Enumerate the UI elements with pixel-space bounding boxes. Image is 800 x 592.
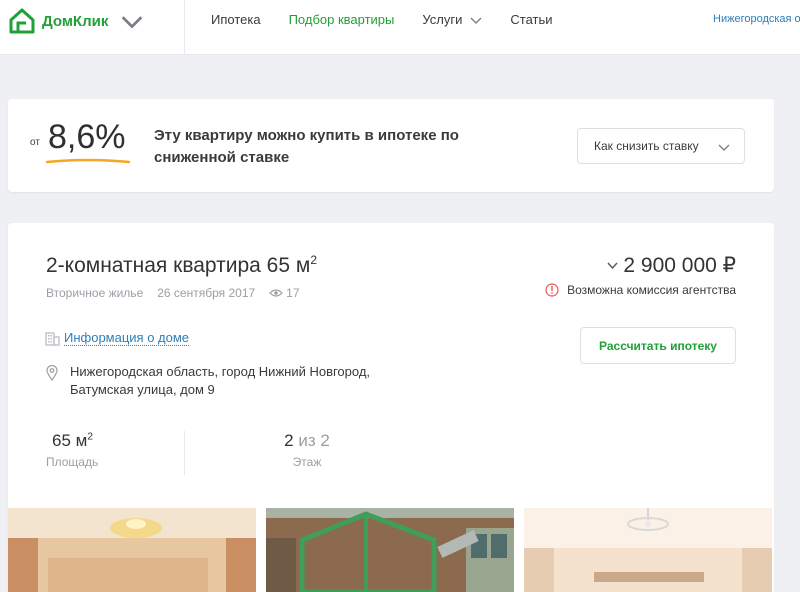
area-value: 65 м2 xyxy=(46,431,184,451)
floor-number: 2 xyxy=(284,431,294,450)
price-value: 2 900 000 ₽ xyxy=(623,254,736,277)
area-superscript: 2 xyxy=(87,431,93,443)
region-selector[interactable]: Нижегородская о xyxy=(713,13,800,25)
location-pin-icon xyxy=(46,365,58,381)
how-to-lower-rate-button[interactable]: Как снизить ставку xyxy=(577,128,745,164)
logo[interactable]: ДомКлик xyxy=(8,8,146,34)
photo-gallery xyxy=(8,508,774,592)
nav-item-apartment-search[interactable]: Подбор квартиры xyxy=(289,12,395,27)
stats-divider xyxy=(184,431,185,475)
main-nav: Ипотека Подбор квартиры Услуги Статьи xyxy=(211,12,581,27)
title-superscript: 2 xyxy=(310,253,317,267)
calculate-mortgage-button[interactable]: Рассчитать ипотеку xyxy=(580,327,736,364)
nav-item-mortgage[interactable]: Ипотека xyxy=(211,12,261,27)
logo-text: ДомКлик xyxy=(42,12,109,30)
nav-label: Статьи xyxy=(510,12,553,27)
listing-title: 2-комнатная квартира 65 м2 xyxy=(46,253,317,278)
house-logo-icon xyxy=(9,8,35,34)
area-label: Площадь xyxy=(46,455,99,469)
rate-from-label: от xyxy=(30,137,40,148)
listing-photo[interactable] xyxy=(524,508,772,592)
nav-item-services[interactable]: Услуги xyxy=(422,12,482,27)
building-photo-image xyxy=(266,508,514,592)
stat-floor: 2 из 2 Этаж xyxy=(271,431,343,477)
address-text: Нижегородская область, город Нижний Новг… xyxy=(70,364,371,397)
floor-label: Этаж xyxy=(292,455,322,469)
title-text: 2-комнатная квартира 65 м xyxy=(46,254,311,277)
room-photo-image xyxy=(8,508,256,592)
floor-total: из 2 xyxy=(298,431,330,450)
price[interactable]: 2 900 000 ₽ xyxy=(606,253,736,278)
house-info-link[interactable]: Информация о доме xyxy=(64,330,190,346)
building-icon xyxy=(45,332,60,346)
nav-label: Ипотека xyxy=(211,12,261,27)
views-count: 17 xyxy=(286,286,300,300)
chevron-down-icon xyxy=(470,17,482,24)
listing-date: 26 сентября 2017 xyxy=(157,286,256,300)
listing-meta: Вторичное жилье 26 сентября 2017 17 xyxy=(46,286,314,300)
stat-area: 65 м2 Площадь xyxy=(46,431,184,477)
listing-photo[interactable] xyxy=(8,508,256,592)
nav-label: Подбор квартиры xyxy=(288,12,395,27)
address: Нижегородская область, город Нижний Новг… xyxy=(46,363,410,399)
floor-value: 2 из 2 xyxy=(271,431,343,451)
rate-underline-decoration xyxy=(46,158,130,164)
info-icon xyxy=(545,283,559,297)
eye-icon xyxy=(269,289,284,297)
commission-text: Возможна комиссия агентства xyxy=(567,283,736,297)
chevron-down-icon[interactable] xyxy=(118,8,146,34)
promo-text: Эту квартиру можно купить в ипотеке по с… xyxy=(154,127,459,166)
commission-notice: Возможна комиссия агентства xyxy=(545,283,736,297)
room-photo-image xyxy=(524,508,772,592)
nav-label: Услуги xyxy=(422,12,463,27)
top-header: ДомКлик Ипотека Подбор квартиры Услуги С… xyxy=(0,0,800,55)
mortgage-rate: 8,6% xyxy=(48,118,126,156)
mortgage-promo-card: от 8,6% Эту квартиру можно купить в ипот… xyxy=(8,99,774,192)
listing-photo[interactable] xyxy=(266,508,514,592)
house-info: Информация о доме xyxy=(44,330,190,346)
area-number: 65 м xyxy=(52,431,88,450)
button-label: Как снизить ставку xyxy=(594,139,699,153)
chevron-down-icon xyxy=(607,262,618,270)
header-divider xyxy=(184,0,185,55)
listing-type: Вторичное жилье xyxy=(46,286,144,300)
nav-item-articles[interactable]: Статьи xyxy=(510,12,552,27)
chevron-down-icon xyxy=(718,144,730,151)
listing-stats: 65 м2 Площадь 2 из 2 Этаж xyxy=(46,431,343,477)
